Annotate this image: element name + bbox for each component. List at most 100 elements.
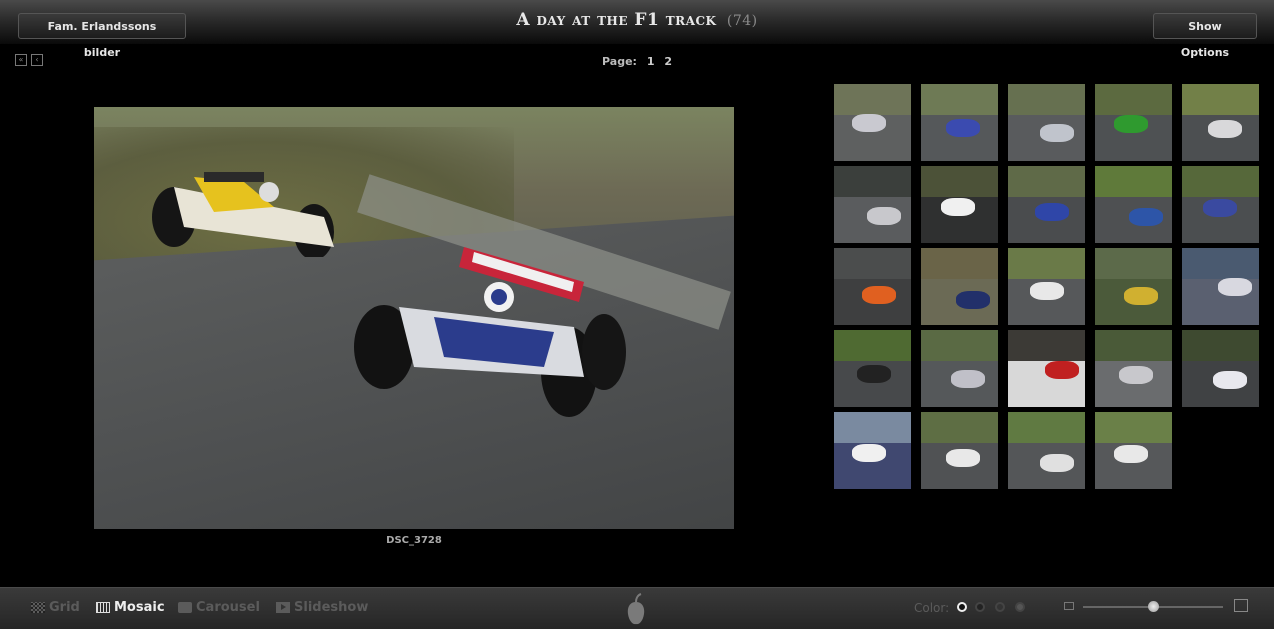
thumbnail-subject (1035, 203, 1069, 221)
thumbnail[interactable] (1182, 84, 1259, 161)
photo-caption: DSC_3728 (386, 535, 442, 546)
thumbnail-subject (956, 291, 990, 309)
thumbnail[interactable] (834, 248, 911, 325)
slideshow-view-label: Slideshow (294, 600, 369, 615)
thumbnail[interactable] (921, 84, 998, 161)
thumbnail[interactable] (1095, 84, 1172, 161)
union-jack-race-car-image (354, 247, 626, 417)
thumbnail[interactable] (834, 412, 911, 489)
thumbnail-subject (1124, 287, 1158, 305)
thumbnail-background (834, 166, 911, 201)
slideshow-icon (276, 602, 290, 613)
color-swatch-light-gray[interactable] (1015, 602, 1025, 612)
thumbnail[interactable] (921, 248, 998, 325)
mosaic-icon (96, 602, 110, 613)
thumbnail-subject (1218, 278, 1252, 296)
yellow-race-car-image (152, 172, 334, 257)
page-label: Page: (602, 55, 637, 68)
thumbnail[interactable] (921, 330, 998, 407)
thumbnail[interactable] (1008, 412, 1085, 489)
grid-view-button[interactable]: Grid (31, 600, 80, 615)
carousel-view-label: Carousel (196, 600, 260, 615)
thumbnail-background (1008, 166, 1085, 201)
color-swatch-gray[interactable] (995, 602, 1005, 612)
thumbnail-background (921, 166, 998, 201)
thumbnail-subject (946, 119, 980, 137)
carousel-view-button[interactable]: Carousel (178, 600, 260, 615)
thumbnail[interactable] (1008, 84, 1085, 161)
thumbnail-subject (1203, 199, 1237, 217)
show-options-button[interactable]: Show Options (1153, 13, 1257, 59)
page-link-1[interactable]: 1 (647, 55, 655, 68)
main-photo[interactable] (94, 107, 734, 529)
zoom-slider-knob[interactable] (1147, 601, 1159, 612)
slideshow-view-button[interactable]: Slideshow (276, 600, 368, 615)
mosaic-view-button[interactable]: Mosaic (96, 600, 165, 615)
thumbnail-background (1095, 412, 1172, 447)
grid-icon (31, 602, 45, 613)
thumbnail-background (1095, 166, 1172, 201)
thumbnail-subject (941, 198, 975, 216)
color-swatch-black[interactable] (957, 602, 967, 612)
thumbnail[interactable] (1182, 166, 1259, 243)
thumbnail[interactable] (834, 166, 911, 243)
zoom-small-icon[interactable] (1064, 602, 1074, 610)
thumbnail-subject (1208, 120, 1242, 138)
thumbnail[interactable] (1182, 330, 1259, 407)
thumbnail-background (921, 412, 998, 447)
thumbnail[interactable] (1095, 330, 1172, 407)
thumbnail[interactable] (1182, 248, 1259, 325)
thumbnail-background (1182, 84, 1259, 119)
thumbnail-background (1095, 248, 1172, 283)
carousel-icon (178, 602, 192, 613)
thumbnail-background (1008, 330, 1085, 365)
thumbnail-background (921, 330, 998, 365)
thumbnail-background (834, 248, 911, 283)
thumbnail-subject (862, 286, 896, 304)
color-swatch-dark-gray[interactable] (975, 602, 985, 612)
zoom-large-icon[interactable] (1234, 599, 1248, 612)
page-link-2[interactable]: 2 (664, 55, 672, 68)
thumbnail-subject (852, 114, 886, 132)
thumbnail-background (1008, 248, 1085, 283)
thumbnail-subject (946, 449, 980, 467)
thumbnail-subject (951, 370, 985, 388)
thumbnail-subject (852, 444, 886, 462)
thumbnail[interactable] (921, 412, 998, 489)
grid-view-label: Grid (49, 600, 80, 615)
thumbnail-subject (1040, 454, 1074, 472)
bottom-toolbar: Grid Mosaic Carousel Slideshow Color: (0, 587, 1274, 629)
thumbnail-background (1182, 330, 1259, 365)
thumbnail[interactable] (834, 84, 911, 161)
thumbnail-background (1182, 166, 1259, 201)
album-title: A day at the F1 track (74) (0, 10, 1274, 30)
album-title-text: A day at the F1 track (516, 10, 717, 30)
thumbnail-subject (1129, 208, 1163, 226)
thumbnail-background (921, 248, 998, 283)
color-label: Color: (914, 601, 950, 615)
thumbnail-background (1182, 248, 1259, 283)
thumbnail-background (1008, 84, 1085, 119)
pagination: Page: 1 2 (0, 55, 1274, 68)
thumbnail-background (834, 412, 911, 447)
thumbnail[interactable] (921, 166, 998, 243)
thumbnail[interactable] (1008, 330, 1085, 407)
mosaic-view-label: Mosaic (114, 600, 165, 615)
thumbnail-background (1095, 330, 1172, 365)
thumbnail-subject (1040, 124, 1074, 142)
apple-logo-icon (627, 593, 645, 625)
thumbnail[interactable] (1008, 248, 1085, 325)
thumbnail-subject (1114, 445, 1148, 463)
thumbnail[interactable] (1095, 166, 1172, 243)
thumbnail[interactable] (1095, 248, 1172, 325)
thumbnail-background (921, 84, 998, 119)
thumbnail-subject (1119, 366, 1153, 384)
thumbnail-background (1008, 412, 1085, 447)
thumbnail-subject (1030, 282, 1064, 300)
thumbnail-subject (867, 207, 901, 225)
thumbnail-subject (1114, 115, 1148, 133)
thumbnail[interactable] (1008, 166, 1085, 243)
thumbnail[interactable] (1095, 412, 1172, 489)
thumbnail-subject (1213, 371, 1247, 389)
thumbnail[interactable] (834, 330, 911, 407)
